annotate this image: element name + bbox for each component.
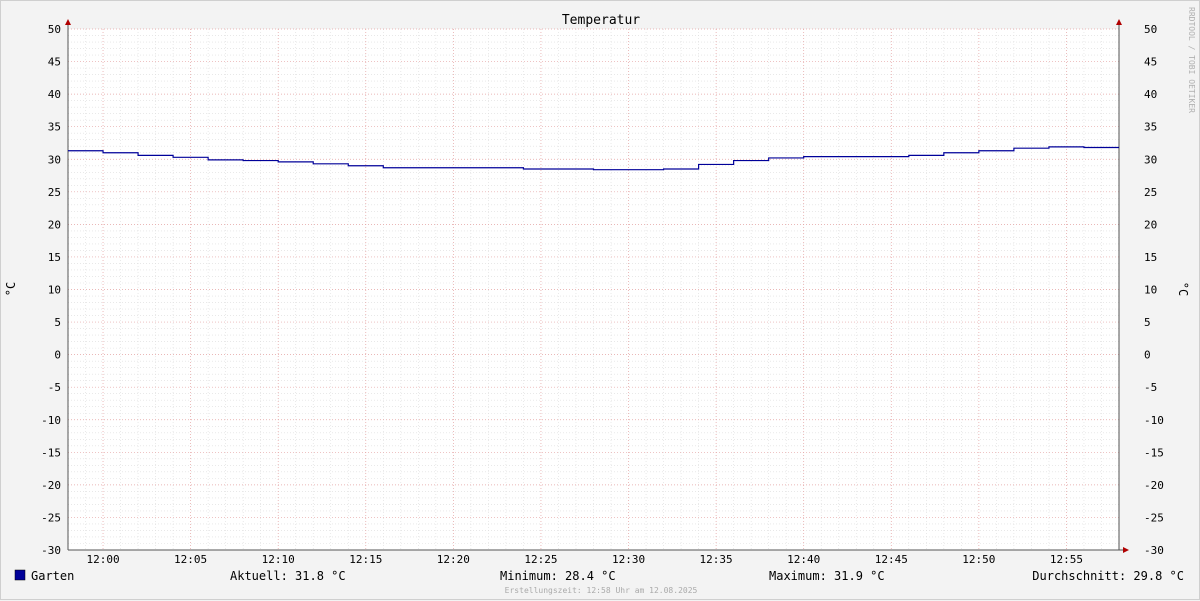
- y-tick-label-left: -25: [41, 511, 61, 524]
- x-tick-label: 12:55: [1050, 553, 1083, 566]
- stat-durchschnitt: Durchschnitt: 29.8 °C: [1032, 569, 1184, 583]
- y-axis-label-right: °C: [1176, 282, 1190, 296]
- chart-frame: 50 45 40 35 30 25 20 15 10 5 0 -5 -10 -15 -20 -25 -30 50…: [0, 0, 1200, 600]
- y-tick-label-left: 50: [48, 23, 61, 36]
- temperature-chart: 50454035302520151050-5-10-15-20-25-30 50…: [4, 7, 1196, 595]
- legend-label-garten: Garten: [31, 569, 74, 583]
- y-tick-label-right: 45: [1144, 56, 1157, 69]
- y-tick-label-left: 10: [48, 284, 61, 297]
- y-tick-label-right: -5: [1144, 381, 1157, 394]
- y-tick-label-right: 25: [1144, 186, 1157, 199]
- y-tick-label-left: -30: [41, 544, 61, 557]
- stat-minimum: Minimum: 28.4 °C: [500, 569, 616, 583]
- y-tick-label-right: -15: [1144, 446, 1164, 459]
- x-tick-label: 12:25: [524, 553, 557, 566]
- x-tick-label: 12:20: [437, 553, 470, 566]
- x-axis-arrow: [1123, 547, 1129, 553]
- y-tick-label-left: -15: [41, 446, 61, 459]
- footer-creation-time: Erstellungszeit: 12:58 Uhr am 12.08.2025: [505, 586, 698, 595]
- rrdtool-watermark: RRDTOOL / TOBI OETIKER: [1187, 7, 1196, 113]
- stat-maximum: Maximum: 31.9 °C: [769, 569, 885, 583]
- x-tick-label: 12:00: [86, 553, 119, 566]
- chart-title: Temperatur: [562, 13, 640, 28]
- y-tick-label-left: 45: [48, 56, 61, 69]
- y-tick-label-left: 20: [48, 218, 61, 231]
- y-tick-label-left: 30: [48, 153, 61, 166]
- x-tick-label: 12:40: [787, 553, 820, 566]
- y-tick-label-right: 15: [1144, 251, 1157, 264]
- legend-swatch-garten: [14, 569, 26, 581]
- x-tick-label: 12:35: [700, 553, 733, 566]
- y-tick-label-left: 40: [48, 88, 61, 101]
- stat-aktuell: Aktuell: 31.8 °C: [230, 569, 346, 583]
- y-tick-label-left: 15: [48, 251, 61, 264]
- y-tick-label-right: -10: [1144, 414, 1164, 427]
- y-tick-label-right: 30: [1144, 153, 1157, 166]
- y-tick-label-right: -30: [1144, 544, 1164, 557]
- y-tick-label-right: -25: [1144, 511, 1164, 524]
- y-tick-label-right: 40: [1144, 88, 1157, 101]
- y-tick-label-right: 35: [1144, 121, 1157, 134]
- y-tick-label-left: 35: [48, 121, 61, 134]
- y-tick-label-left: 0: [54, 349, 61, 362]
- x-tick-label: 12:50: [962, 553, 995, 566]
- x-tick-label: 12:45: [875, 553, 908, 566]
- y-axis-arrow-right: [1116, 19, 1122, 25]
- x-tick-label: 12:30: [612, 553, 645, 566]
- y-tick-label-right: 0: [1144, 349, 1151, 362]
- y-tick-label-right: 5: [1144, 316, 1151, 329]
- x-tick-label: 12:15: [349, 553, 382, 566]
- y-tick-label-left: -20: [41, 479, 61, 492]
- x-tick-label: 12:10: [262, 553, 295, 566]
- y-tick-label-left: -5: [48, 381, 61, 394]
- y-axis-arrow-left: [65, 19, 71, 25]
- y-tick-label-right: 50: [1144, 23, 1157, 36]
- y-tick-label-right: 10: [1144, 284, 1157, 297]
- y-tick-label-left: 25: [48, 186, 61, 199]
- x-tick-label: 12:05: [174, 553, 207, 566]
- y-tick-label-left: -10: [41, 414, 61, 427]
- y-tick-label-right: 20: [1144, 218, 1157, 231]
- y-tick-label-left: 5: [54, 316, 61, 329]
- y-tick-label-right: -20: [1144, 479, 1164, 492]
- y-axis-label-left: °C: [4, 282, 18, 296]
